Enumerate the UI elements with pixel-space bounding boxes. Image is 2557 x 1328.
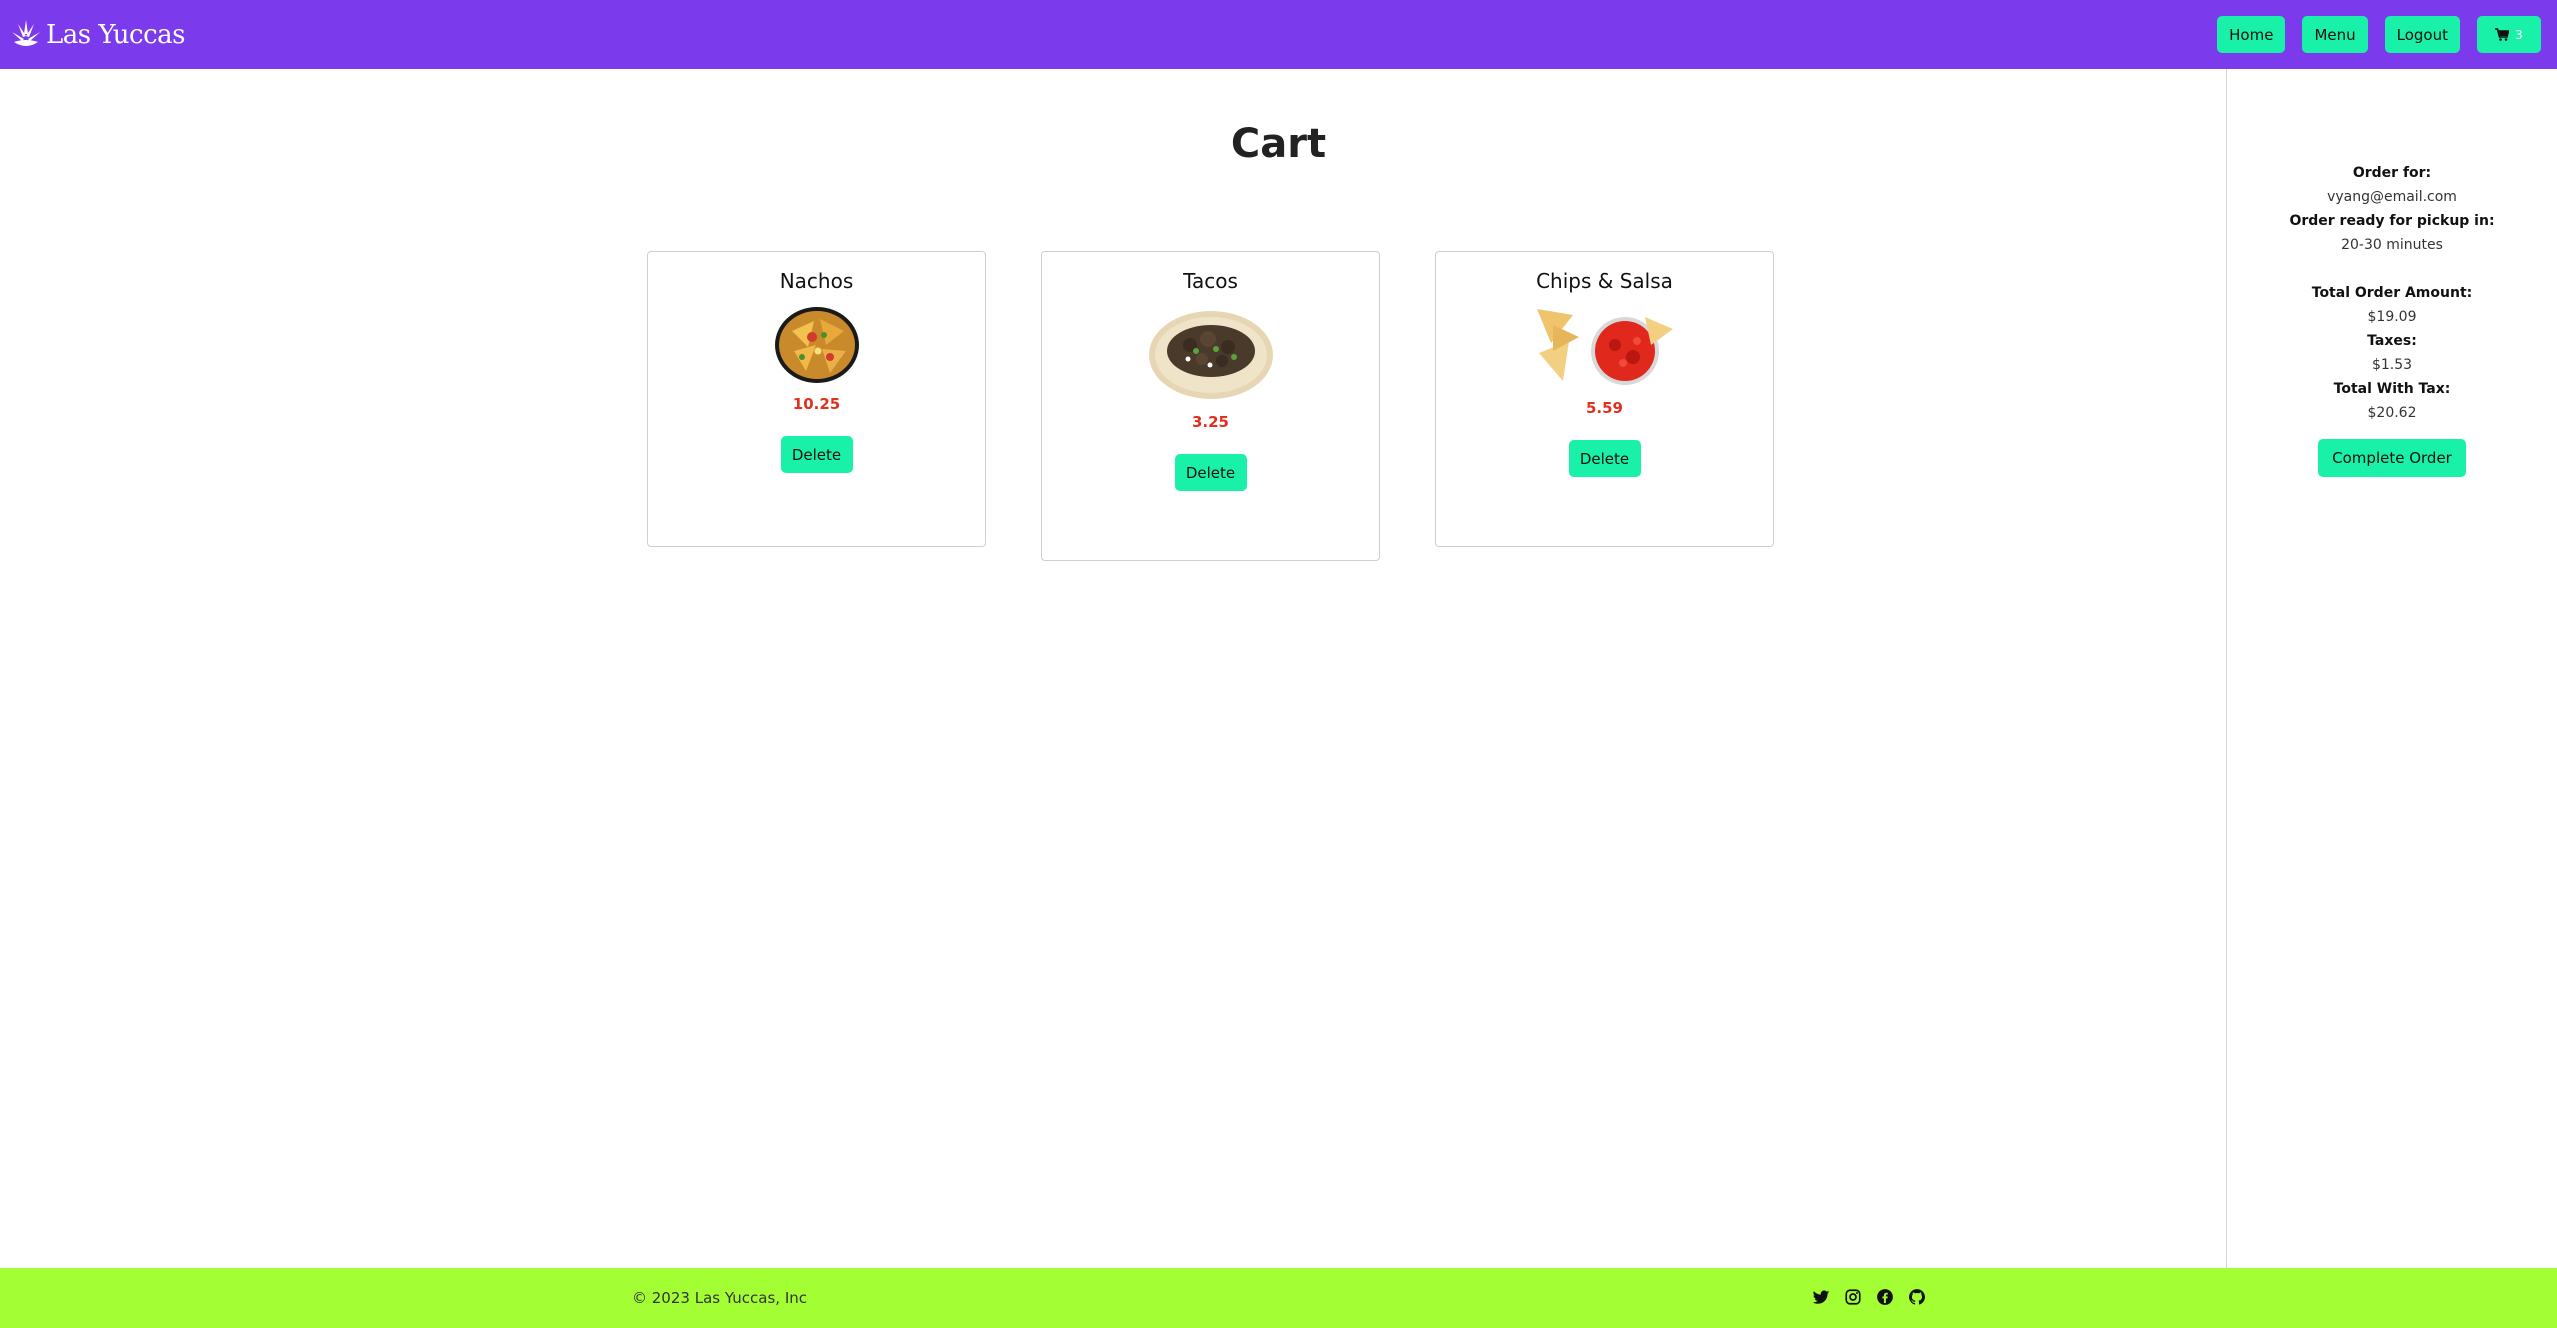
delete-button[interactable]: Delete bbox=[780, 436, 853, 473]
item-price: 5.59 bbox=[1585, 399, 1623, 417]
facebook-icon[interactable] bbox=[1876, 1288, 1894, 1306]
twitter-icon[interactable] bbox=[1812, 1288, 1830, 1306]
brand-logo[interactable]: Las Yuccas bbox=[10, 18, 186, 52]
brand-name: Las Yuccas bbox=[46, 19, 186, 50]
cart-item-card: Chips & Salsa 5.59 Delete bbox=[1435, 251, 1774, 547]
total-with-tax-label: Total With Tax: bbox=[2333, 381, 2451, 397]
total-value: $19.09 bbox=[2367, 309, 2417, 325]
nachos-image bbox=[774, 307, 859, 383]
social-links bbox=[1812, 1288, 1926, 1306]
item-name: Chips & Salsa bbox=[1536, 269, 1673, 293]
instagram-icon[interactable] bbox=[1844, 1288, 1862, 1306]
copyright-text: © 2023 Las Yuccas, Inc bbox=[632, 1289, 808, 1307]
yucca-logo-icon bbox=[12, 19, 40, 46]
logout-button[interactable]: Logout bbox=[2384, 16, 2460, 53]
nav-buttons: Home Menu Logout 3 bbox=[2217, 16, 2541, 53]
cart-button[interactable]: 3 bbox=[2477, 16, 2541, 53]
total-label: Total Order Amount: bbox=[2311, 285, 2473, 301]
item-name: Tacos bbox=[1183, 269, 1238, 293]
total-with-tax-value: $20.62 bbox=[2367, 405, 2417, 421]
pickup-value: 20-30 minutes bbox=[2341, 237, 2443, 253]
item-price: 3.25 bbox=[1191, 413, 1229, 431]
order-for-value: vyang@email.com bbox=[2327, 189, 2457, 205]
home-button[interactable]: Home bbox=[2217, 16, 2286, 53]
navbar: Las Yuccas Home Menu Logout 3 bbox=[0, 0, 2557, 69]
delete-button[interactable]: Delete bbox=[1174, 454, 1247, 491]
chips-salsa-image bbox=[1536, 309, 1673, 385]
cart-main: Cart Nachos 10.25 Delete Tacos 3.25 Dele… bbox=[0, 69, 2226, 1269]
cart-item-card: Nachos 10.25 Delete bbox=[647, 251, 986, 547]
taxes-label: Taxes: bbox=[2367, 333, 2417, 349]
page-title: Cart bbox=[1230, 121, 1327, 167]
tacos-image bbox=[1148, 311, 1273, 399]
github-icon[interactable] bbox=[1908, 1288, 1926, 1306]
complete-order-button[interactable]: Complete Order bbox=[2318, 439, 2466, 477]
item-name: Nachos bbox=[779, 269, 854, 293]
cart-count-badge: 3 bbox=[2515, 27, 2523, 42]
menu-button[interactable]: Menu bbox=[2302, 16, 2368, 53]
item-price: 10.25 bbox=[792, 395, 841, 413]
cart-item-card: Tacos 3.25 Delete bbox=[1041, 251, 1380, 561]
order-for-label: Order for: bbox=[2352, 165, 2432, 181]
cart-icon bbox=[2495, 28, 2510, 41]
pickup-label: Order ready for pickup in: bbox=[2289, 213, 2495, 229]
delete-button[interactable]: Delete bbox=[1568, 440, 1641, 477]
footer: © 2023 Las Yuccas, Inc bbox=[0, 1268, 2557, 1328]
order-summary: Order for: vyang@email.com Order ready f… bbox=[2226, 69, 2557, 1269]
taxes-value: $1.53 bbox=[2371, 357, 2413, 373]
